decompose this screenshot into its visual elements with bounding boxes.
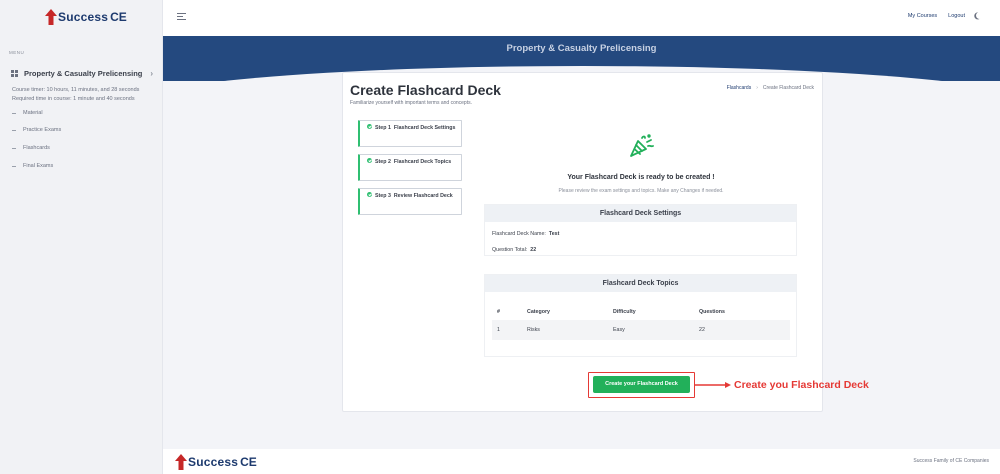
logout-link[interactable]: Logout — [948, 13, 965, 19]
page-subtitle: Familiarize yourself with important term… — [350, 100, 472, 106]
sidebar-item-label: Material — [23, 110, 43, 116]
footer: Success CE Success Family of CE Companie… — [163, 449, 1000, 474]
question-total-value: 22 — [530, 247, 537, 253]
deck-name-label: Flashcard Deck Name: — [492, 231, 546, 237]
breadcrumb-current: Create Flashcard Deck — [762, 85, 814, 91]
step-3-review[interactable]: Step 3 Review Flashcard Deck — [358, 188, 462, 215]
ready-subheading: Please review the exam settings and topi… — [558, 188, 724, 194]
cell-category: Risks — [527, 327, 540, 333]
table-header-row: # Category Difficulty Questions — [492, 304, 790, 320]
sidebar-course-item[interactable]: Property & Casualty Prelicensing › — [11, 69, 161, 78]
deck-name-value: Test — [548, 231, 560, 237]
step-label: Flashcard Deck Settings — [393, 125, 456, 131]
check-circle-icon — [367, 192, 372, 197]
step-2-topics[interactable]: Step 2 Flashcard Deck Topics — [358, 154, 462, 181]
logo-text-success: Success — [188, 455, 239, 469]
sidebar-item-material[interactable]: Material — [12, 110, 43, 116]
cell-number: 1 — [497, 327, 500, 333]
course-required-time: Required time in course: 1 minute and 40… — [12, 96, 135, 102]
course-timer: Course timer: 10 hours, 11 minutes, and … — [12, 86, 162, 104]
page-title: Create Flashcard Deck — [350, 82, 501, 98]
sidebar-item-practice-exams[interactable]: Practice Exams — [12, 127, 61, 133]
settings-panel: Flashcard Deck Settings Flashcard Deck N… — [484, 204, 797, 256]
annotation-arrow-icon — [695, 382, 731, 388]
question-total-row: Question Total: 22 — [492, 247, 536, 253]
topics-panel: Flashcard Deck Topics # Category Difficu… — [484, 274, 797, 357]
create-flashcard-card: Create Flashcard Deck Familiarize yourse… — [342, 72, 823, 412]
create-flashcard-deck-button[interactable]: Create your Flashcard Deck — [593, 376, 690, 393]
step-num: Step 3 — [375, 193, 391, 199]
step-num: Step 2 — [375, 159, 391, 165]
ready-heading: Your Flashcard Deck is ready to be creat… — [567, 174, 715, 181]
annotation-highlight-box: Create your Flashcard Deck — [588, 372, 695, 398]
sidebar-item-label: Flashcards — [23, 145, 50, 151]
deck-name-row: Flashcard Deck Name: Test — [492, 231, 559, 237]
cell-difficulty: Easy — [613, 327, 625, 333]
logo-arrow-icon — [175, 454, 187, 470]
sidebar-item-label: Final Exams — [23, 163, 54, 169]
banner-title: Property & Casualty Prelicensing — [506, 43, 657, 54]
dash-icon — [12, 112, 16, 114]
logo-text-ce: CE — [110, 10, 127, 24]
topics-panel-title: Flashcard Deck Topics — [485, 275, 796, 292]
breadcrumb: Flashcards › Create Flashcard Deck — [727, 85, 814, 91]
dash-icon — [12, 147, 16, 149]
course-title: Property & Casualty Prelicensing — [24, 69, 143, 78]
step-num: Step 1 — [375, 125, 391, 131]
check-circle-icon — [367, 124, 372, 129]
chevron-right-icon: › — [756, 85, 758, 91]
sidebar: Success CE MENU Property & Casualty Prel… — [0, 0, 163, 474]
party-popper-icon — [628, 133, 654, 159]
table-row: 1 Risks Easy 22 — [492, 320, 790, 340]
step-label: Review Flashcard Deck — [393, 193, 453, 199]
col-header-questions: Questions — [699, 309, 725, 315]
sidebar-item-flashcards[interactable]: Flashcards — [12, 145, 50, 151]
col-header-number: # — [497, 309, 500, 315]
hamburger-menu-icon[interactable] — [177, 13, 186, 22]
annotation-label: Create you Flashcard Deck — [734, 379, 869, 391]
logo-arrow-icon — [45, 9, 57, 25]
col-header-difficulty: Difficulty — [613, 309, 636, 315]
my-courses-link[interactable]: My Courses — [908, 13, 937, 19]
topics-table: # Category Difficulty Questions 1 Risks … — [492, 304, 790, 340]
sidebar-item-label: Practice Exams — [23, 127, 62, 133]
sidebar-item-final-exams[interactable]: Final Exams — [12, 163, 53, 169]
top-bar: My Courses Logout — [163, 0, 1000, 36]
cell-questions: 22 — [699, 327, 705, 333]
breadcrumb-flashcards[interactable]: Flashcards — [727, 85, 751, 91]
logo-text-ce: CE — [240, 455, 257, 469]
check-circle-icon — [367, 158, 372, 163]
grid-icon — [11, 70, 18, 77]
course-timer-text: Course timer: 10 hours, 11 minutes, and … — [12, 87, 140, 93]
brand-logo[interactable]: Success CE — [45, 9, 127, 25]
settings-panel-title: Flashcard Deck Settings — [485, 205, 796, 222]
step-label: Flashcard Deck Topics — [393, 159, 452, 165]
chevron-right-icon: › — [150, 69, 153, 78]
question-total-label: Question Total: — [492, 247, 528, 253]
col-header-category: Category — [527, 309, 550, 315]
step-1-settings[interactable]: Step 1 Flashcard Deck Settings — [358, 120, 462, 147]
logo-text-success: Success — [58, 10, 109, 24]
top-links: My Courses Logout — [897, 12, 983, 19]
dash-icon — [12, 165, 16, 167]
moon-icon[interactable] — [975, 11, 984, 20]
menu-label: MENU — [9, 50, 25, 55]
footer-logo[interactable]: Success CE — [175, 454, 257, 470]
dash-icon — [12, 129, 16, 131]
footer-company-text: Success Family of CE Companies — [913, 458, 989, 464]
